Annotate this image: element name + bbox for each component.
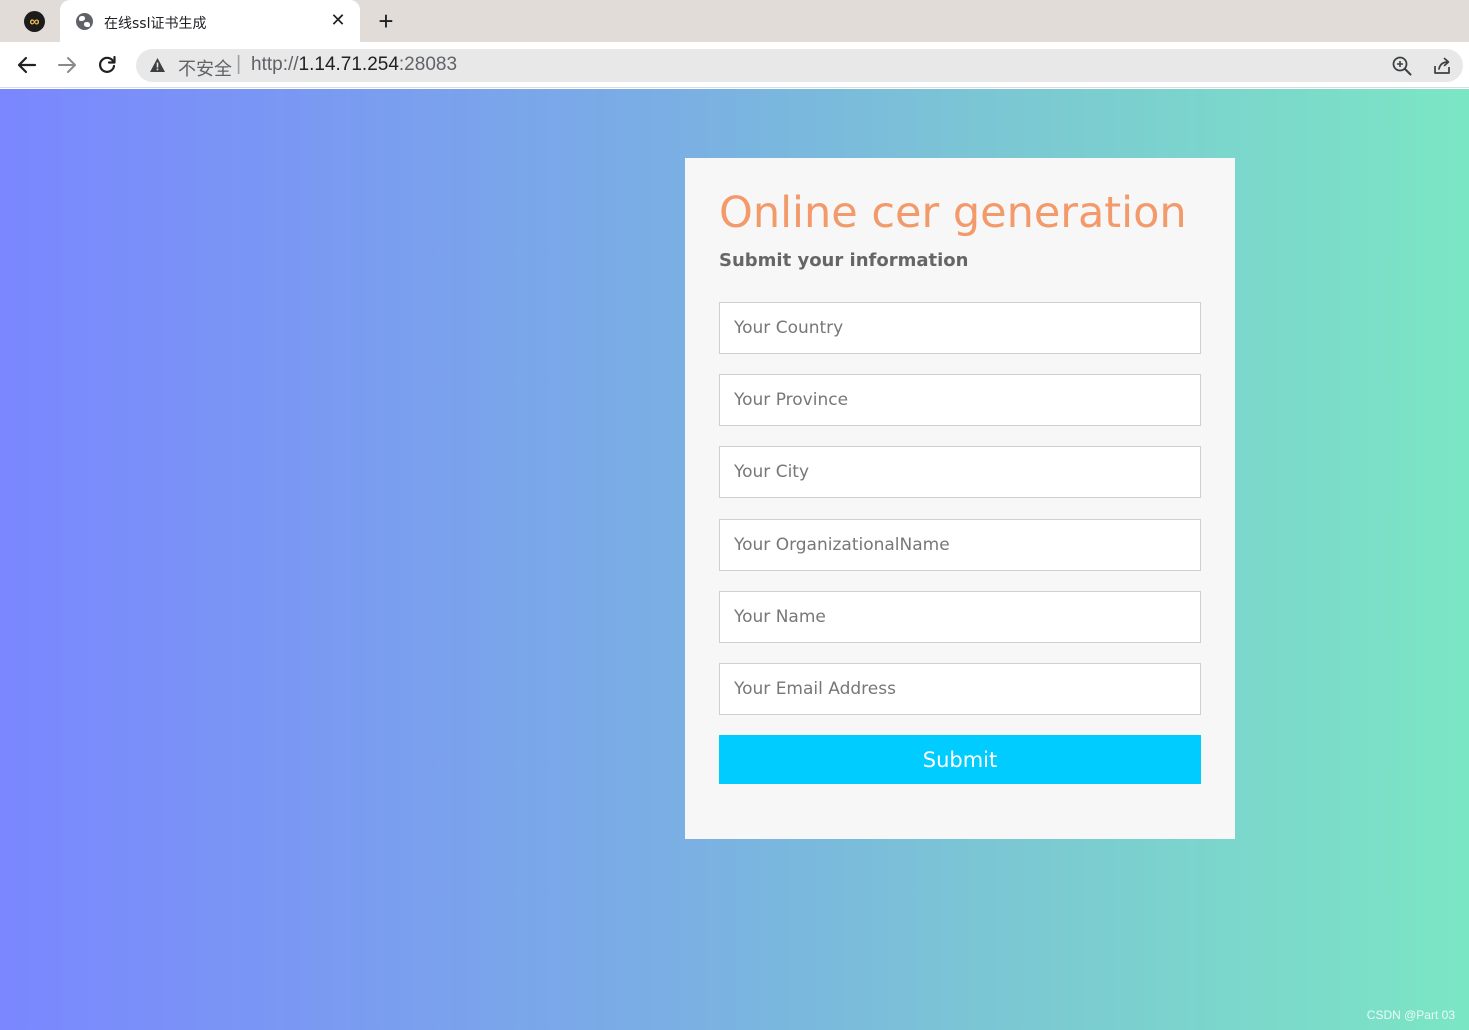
arrow-right-icon xyxy=(58,57,76,73)
url-text[interactable]: http://1.14.71.254:28083 xyxy=(251,54,457,76)
watermark: CSDN @Part 03 xyxy=(1366,1008,1455,1022)
share-icon[interactable] xyxy=(1431,55,1453,77)
warning-icon[interactable] xyxy=(149,57,166,73)
email-input[interactable] xyxy=(719,663,1201,715)
page-viewport: Online cer generation Submit your inform… xyxy=(0,89,1469,1030)
address-separator: | xyxy=(236,53,242,75)
app-menu-icon[interactable]: ∞ xyxy=(24,11,45,32)
organization-input[interactable] xyxy=(719,519,1201,571)
tab-strip: ∞ 在线ssl证书生成 ✕ + xyxy=(0,0,1469,42)
arrow-left-icon xyxy=(17,56,37,74)
browser-tab[interactable]: 在线ssl证书生成 ✕ xyxy=(60,0,360,42)
form-card: Online cer generation Submit your inform… xyxy=(685,158,1235,839)
browser-toolbar: 不安全 | http://1.14.71.254:28083 xyxy=(0,42,1469,88)
country-input[interactable] xyxy=(719,302,1201,354)
url-host: 1.14.71.254 xyxy=(298,54,399,75)
reload-icon xyxy=(99,55,116,73)
url-scheme: http:// xyxy=(251,54,299,75)
city-input[interactable] xyxy=(719,446,1201,498)
submit-button[interactable]: Submit xyxy=(719,735,1201,784)
url-port: :28083 xyxy=(398,54,458,75)
back-button[interactable] xyxy=(13,51,41,79)
zoom-in-icon[interactable] xyxy=(1391,55,1413,77)
reload-button[interactable] xyxy=(93,51,121,79)
globe-icon xyxy=(76,13,93,30)
new-tab-button[interactable]: + xyxy=(374,7,398,35)
province-input[interactable] xyxy=(719,374,1201,426)
form-subtitle: Submit your information xyxy=(719,250,969,271)
forward-button[interactable] xyxy=(53,51,81,79)
security-label[interactable]: 不安全 xyxy=(178,55,232,81)
address-bar[interactable]: 不安全 | http://1.14.71.254:28083 xyxy=(136,49,1463,82)
name-input[interactable] xyxy=(719,591,1201,643)
tab-title: 在线ssl证书生成 xyxy=(104,16,207,32)
form-title: Online cer generation xyxy=(719,188,1187,238)
close-tab-icon[interactable]: ✕ xyxy=(328,9,348,31)
